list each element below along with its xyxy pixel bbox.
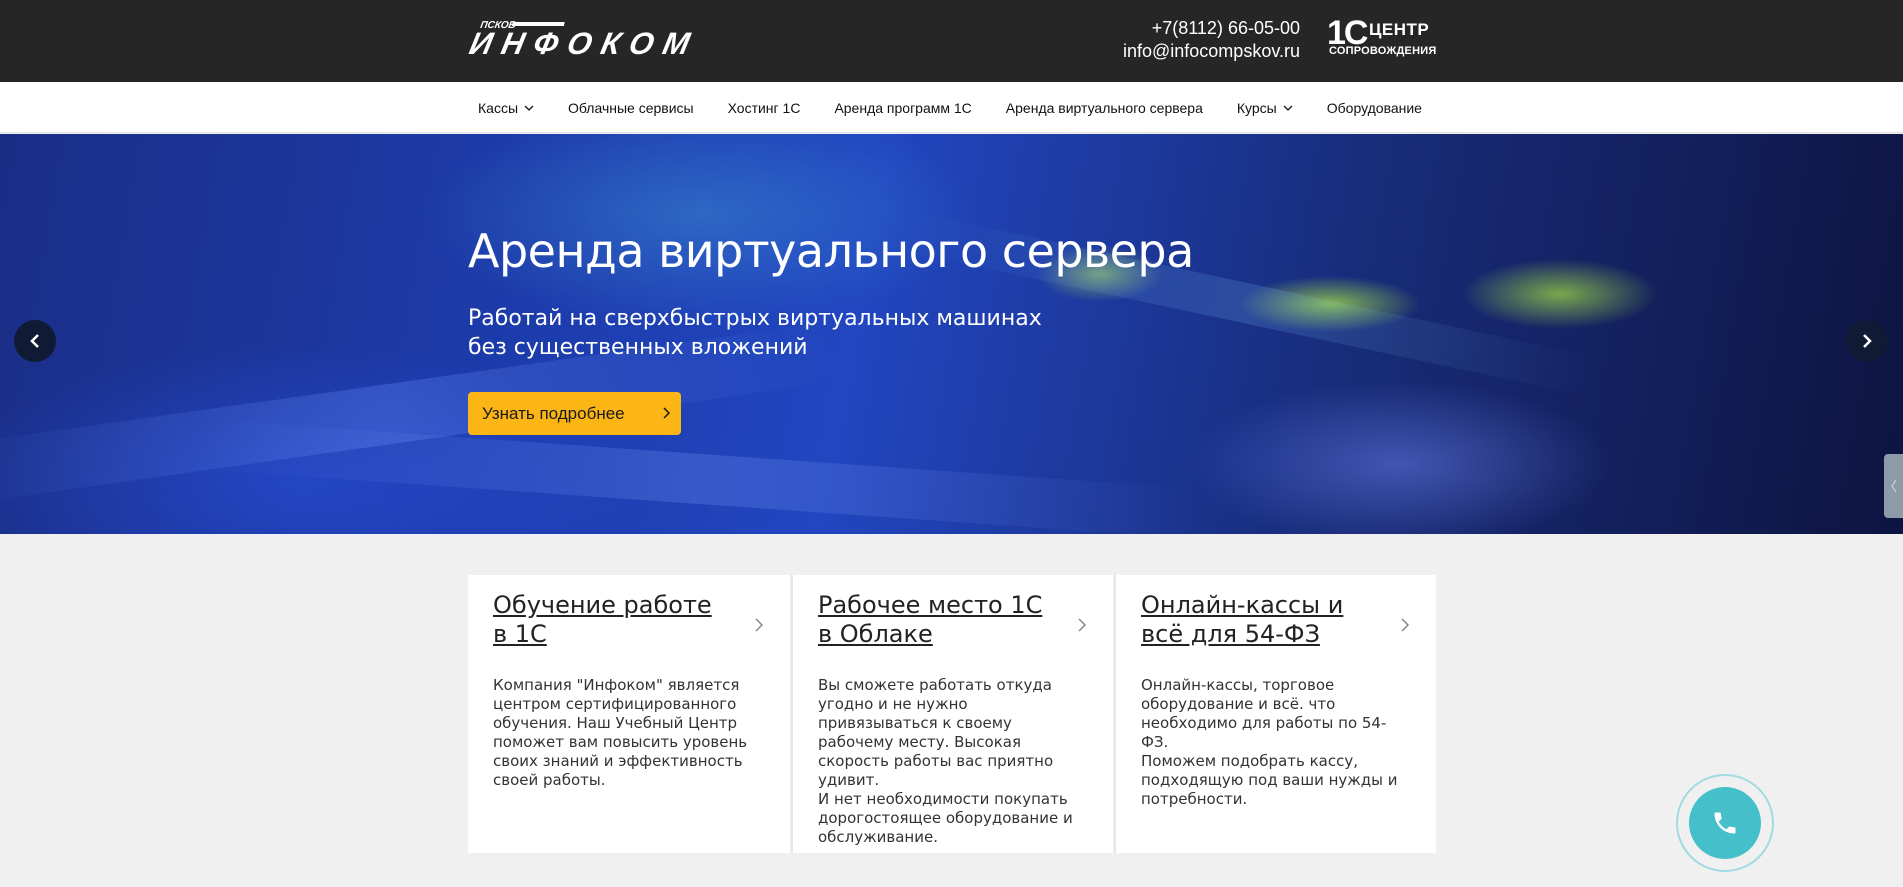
card-title[interactable]: Обучение работе в 1С bbox=[493, 591, 733, 649]
top-header: ПСКОВ ИНФОКОМ +7(8112) 66-05-00 info@inf… bbox=[0, 0, 1903, 82]
nav-item-rent-programs[interactable]: Аренда программ 1С bbox=[824, 100, 981, 116]
nav-item-label: Кассы bbox=[478, 99, 519, 116]
slider-next-button[interactable] bbox=[1846, 320, 1888, 362]
main-navbar: Кассы Облачные сервисы Хостинг 1С Аренда… bbox=[0, 82, 1903, 133]
nav-item-label: Курсы bbox=[1236, 99, 1277, 116]
hero-subtitle-line2: без существенных вложений bbox=[468, 335, 808, 360]
slider-prev-button[interactable] bbox=[14, 320, 56, 362]
card-text: Вы сможете работать откуда угодно и не н… bbox=[818, 676, 1073, 846]
site-logo[interactable]: ПСКОВ ИНФОКОМ bbox=[466, 16, 700, 61]
nav-item-label: Облачные сервисы bbox=[568, 99, 694, 116]
callback-button[interactable] bbox=[1689, 787, 1761, 859]
chevron-right-icon bbox=[1863, 334, 1872, 348]
nav-item-label: Хостинг 1С bbox=[727, 99, 801, 116]
chevron-right-icon[interactable] bbox=[1400, 617, 1410, 633]
partner-1c-line2: СОПРОВОЖДЕНИЯ bbox=[1329, 45, 1437, 57]
card-online-kassy[interactable]: Онлайн-кассы и всё для 54-ФЗ Онлайн-касс… bbox=[1114, 575, 1436, 853]
chevron-down-icon bbox=[524, 105, 534, 111]
card-text: Компания "Инфоком" является центром серт… bbox=[493, 676, 748, 789]
hero-subtitle: Работай на сверхбыстрых виртуальных маши… bbox=[468, 304, 1088, 362]
learn-more-label: Узнать подробнее bbox=[482, 403, 625, 423]
partner-1c-logo[interactable]: 1С ЦЕНТР СОПРОВОЖДЕНИЯ bbox=[1327, 14, 1437, 60]
chevron-right-icon[interactable] bbox=[754, 617, 764, 633]
chevron-left-icon bbox=[1890, 479, 1896, 493]
nav-item-hosting[interactable]: Хостинг 1С bbox=[718, 100, 811, 116]
chevron-down-icon bbox=[1283, 105, 1293, 111]
main-nav: Кассы Облачные сервисы Хостинг 1С Аренда… bbox=[468, 82, 1432, 133]
header-phone[interactable]: +7(8112) 66-05-00 bbox=[1123, 17, 1300, 40]
svg-text:ИНФОКОМ: ИНФОКОМ bbox=[468, 26, 694, 60]
side-panel-tab[interactable] bbox=[1884, 454, 1903, 518]
card-text: Онлайн-кассы, торговое оборудование и вс… bbox=[1141, 676, 1398, 808]
chevron-right-icon[interactable] bbox=[1077, 617, 1087, 633]
hero-subtitle-line1: Работай на сверхбыстрых виртуальных маши… bbox=[468, 306, 1042, 331]
nav-item-kassy[interactable]: Кассы bbox=[468, 100, 544, 116]
nav-item-courses[interactable]: Курсы bbox=[1227, 100, 1303, 116]
nav-item-label: Оборудование bbox=[1326, 99, 1422, 116]
card-training[interactable]: Обучение работе в 1С Компания "Инфоком" … bbox=[468, 575, 790, 853]
chevron-right-icon bbox=[663, 407, 671, 419]
nav-item-label: Аренда виртуального сервера bbox=[1005, 99, 1203, 116]
phone-icon bbox=[1714, 812, 1736, 834]
service-cards: Обучение работе в 1С Компания "Инфоком" … bbox=[468, 575, 1437, 853]
nav-item-equipment[interactable]: Оборудование bbox=[1317, 100, 1432, 116]
chevron-left-icon bbox=[30, 334, 39, 348]
header-contacts: +7(8112) 66-05-00 info@infocompskov.ru bbox=[1123, 17, 1300, 63]
logo-image: ПСКОВ ИНФОКОМ bbox=[466, 20, 694, 61]
card-title[interactable]: Онлайн-кассы и всё для 54-ФЗ bbox=[1141, 591, 1381, 649]
header-email[interactable]: info@infocompskov.ru bbox=[1123, 40, 1300, 63]
hero-slider: Аренда виртуального сервера Работай на с… bbox=[0, 134, 1903, 534]
learn-more-button[interactable]: Узнать подробнее bbox=[468, 392, 681, 435]
hero-title: Аренда виртуального сервера bbox=[468, 224, 1194, 278]
nav-item-cloud[interactable]: Облачные сервисы bbox=[558, 100, 704, 116]
card-title[interactable]: Рабочее место 1С в Облаке bbox=[818, 591, 1058, 649]
nav-item-virtual-server[interactable]: Аренда виртуального сервера bbox=[996, 100, 1213, 116]
partner-1c-line1: ЦЕНТР bbox=[1369, 20, 1430, 39]
card-cloud-workplace[interactable]: Рабочее место 1С в Облаке Вы сможете раб… bbox=[791, 575, 1113, 853]
hero-decor bbox=[199, 419, 1201, 534]
nav-item-label: Аренда программ 1С bbox=[834, 99, 972, 116]
